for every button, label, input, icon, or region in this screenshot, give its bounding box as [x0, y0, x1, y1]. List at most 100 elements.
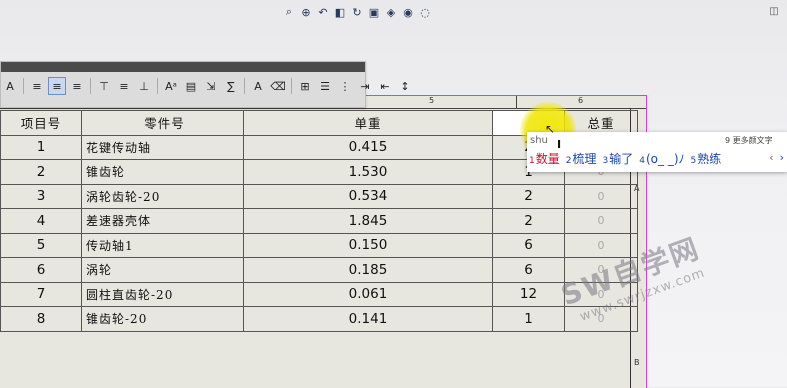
- align-right-icon[interactable]: ≡: [68, 77, 86, 95]
- outdent-icon[interactable]: ⇤: [376, 77, 394, 95]
- toolbar-separator: [244, 78, 245, 94]
- font-icon[interactable]: A: [1, 77, 19, 95]
- align-center-icon[interactable]: ≡: [48, 77, 66, 95]
- zone-number: 5: [429, 96, 435, 105]
- cell-item-no[interactable]: 3: [0, 183, 82, 209]
- cell-item-no[interactable]: 7: [0, 281, 82, 307]
- cell-quantity[interactable]: 2: [492, 183, 565, 209]
- toolbar-separator: [23, 78, 24, 94]
- ime-prev-icon[interactable]: ‹: [769, 151, 773, 164]
- toolbar-separator: [90, 78, 91, 94]
- cell-quantity[interactable]: 6: [492, 257, 565, 283]
- ime-candidate-index: 3: [602, 156, 609, 166]
- toolbar-separator: [157, 78, 158, 94]
- table-row: 8 锥齿轮-20 0.141 1 0: [0, 306, 638, 332]
- ime-next-icon[interactable]: ›: [780, 151, 784, 164]
- ime-candidate-window: shu 9 更多颜文字 1数量 2梳理 3输了 4(o_ _)ﾉ 5熟练 ‹ ›: [527, 132, 787, 172]
- split-icon[interactable]: ⇲: [202, 77, 220, 95]
- cell-part-no[interactable]: 锥齿轮: [81, 159, 244, 185]
- ime-candidate-index: 4: [639, 156, 645, 166]
- table-row: 3 涡轮齿轮-20 0.534 2 0: [0, 183, 638, 209]
- text-style-icon[interactable]: Aᵃ: [162, 77, 180, 95]
- cell-item-no[interactable]: 8: [0, 306, 82, 332]
- valign-bottom-icon[interactable]: ⊥: [135, 77, 153, 95]
- list-icon[interactable]: ☰: [316, 77, 334, 95]
- ime-candidate-text: 熟练: [697, 152, 722, 166]
- cell-part-no[interactable]: 传动轴1: [81, 232, 244, 258]
- window-restore-icon[interactable]: ◫: [768, 5, 780, 17]
- align-left-icon[interactable]: ≡: [28, 77, 46, 95]
- cell-part-no[interactable]: 涡轮: [81, 257, 244, 283]
- ime-candidate[interactable]: 4(o_ _)ﾉ: [639, 150, 684, 167]
- cell-quantity[interactable]: 1: [492, 306, 565, 332]
- cell-item-no[interactable]: 6: [0, 257, 82, 283]
- appearance-icon[interactable]: ◌: [418, 5, 432, 19]
- cell-item-no[interactable]: 2: [0, 159, 82, 185]
- ime-candidate-text: 输了: [609, 152, 634, 166]
- ime-candidate-text: (o_ _)ﾉ: [645, 152, 685, 166]
- toolbar-title-strip[interactable]: [1, 62, 365, 72]
- cell-unit-weight[interactable]: 0.061: [243, 281, 493, 307]
- table-row: 5 传动轴1 0.150 6 0: [0, 232, 638, 258]
- rotate-icon[interactable]: ↻: [350, 5, 364, 19]
- ime-candidate[interactable]: 1数量: [529, 150, 560, 167]
- cell-part-no[interactable]: 锥齿轮-20: [81, 306, 244, 332]
- display-style-icon[interactable]: ▣: [367, 5, 381, 19]
- view-toolbar: ⌕ ⊕ ↶ ◧ ↻ ▣ ◈ ◉ ◌: [282, 3, 432, 21]
- ime-pinyin: shu: [530, 135, 548, 146]
- clear-icon[interactable]: ⌫: [269, 77, 287, 95]
- cell-item-no[interactable]: 5: [0, 232, 82, 258]
- ime-candidate[interactable]: 2梳理: [566, 150, 597, 167]
- cell-part-no[interactable]: 涡轮齿轮-20: [81, 183, 244, 209]
- cell-quantity[interactable]: 12: [492, 281, 565, 307]
- cell-unit-weight[interactable]: 0.150: [243, 232, 493, 258]
- previous-view-icon[interactable]: ↶: [316, 5, 330, 19]
- merge-cells-icon[interactable]: ⊞: [296, 77, 314, 95]
- cell-quantity[interactable]: 2: [492, 208, 565, 234]
- table-row: 7 圆柱直齿轮-20 0.061 12 0: [0, 281, 638, 307]
- view-orientation-icon[interactable]: ◈: [384, 5, 398, 19]
- valign-top-icon[interactable]: ⊤: [95, 77, 113, 95]
- zone-number: 6: [578, 96, 584, 105]
- cell-item-no[interactable]: 1: [0, 134, 82, 160]
- ime-candidate[interactable]: 3输了: [603, 150, 634, 167]
- table-row: 4 差速器壳体 1.845 2 0: [0, 208, 638, 234]
- cell-unit-weight[interactable]: 0.534: [243, 183, 493, 209]
- text-color-icon[interactable]: A: [249, 77, 267, 95]
- cell-unit-weight[interactable]: 1.845: [243, 208, 493, 234]
- ime-candidate-index: 1: [529, 156, 535, 166]
- numbered-list-icon[interactable]: ⋮: [336, 77, 354, 95]
- table-header-icon[interactable]: ▤: [182, 77, 200, 95]
- zoom-fit-icon[interactable]: ⌕: [282, 5, 296, 19]
- cell-part-no[interactable]: 花键传动轴: [81, 134, 244, 160]
- header-unit-weight[interactable]: 单重: [243, 110, 493, 136]
- zone-letter: B: [634, 358, 640, 367]
- section-view-icon[interactable]: ◧: [333, 5, 347, 19]
- cell-total-weight[interactable]: 0: [564, 183, 638, 209]
- cell-item-no[interactable]: 4: [0, 208, 82, 234]
- header-item-no[interactable]: 项目号: [0, 110, 82, 136]
- cell-unit-weight[interactable]: 0.415: [243, 134, 493, 160]
- cell-unit-weight[interactable]: 1.530: [243, 159, 493, 185]
- cell-quantity[interactable]: 6: [492, 232, 565, 258]
- equation-icon[interactable]: ∑: [222, 77, 240, 95]
- ime-candidate-index: 5: [690, 156, 697, 166]
- cell-part-no[interactable]: 差速器壳体: [81, 208, 244, 234]
- cell-unit-weight[interactable]: 0.185: [243, 257, 493, 283]
- header-part-no[interactable]: 零件号: [81, 110, 244, 136]
- valign-middle-icon[interactable]: ≡: [115, 77, 133, 95]
- formatting-toolbar: A ≡ ≡ ≡ ⊤ ≡ ⊥ Aᵃ ▤ ⇲ ∑ A ⌫ ⊞ ☰ ⋮ ⇥ ⇤ ↕: [0, 61, 410, 108]
- indent-icon[interactable]: ⇥: [356, 77, 374, 95]
- cell-total-weight[interactable]: 0: [564, 208, 638, 234]
- zoom-area-icon[interactable]: ⊕: [299, 5, 313, 19]
- hide-show-icon[interactable]: ◉: [401, 5, 415, 19]
- ime-candidate[interactable]: 5熟练: [691, 150, 722, 167]
- cell-unit-weight[interactable]: 0.141: [243, 306, 493, 332]
- table-row: 6 涡轮 0.185 6 0: [0, 257, 638, 283]
- cell-part-no[interactable]: 圆柱直齿轮-20: [81, 281, 244, 307]
- ime-more-emoticons[interactable]: 9 更多颜文字: [725, 135, 773, 146]
- ime-candidate-text: 梳理: [572, 152, 597, 166]
- mouse-pointer-icon: ↖: [545, 122, 556, 136]
- row-height-icon[interactable]: ↕: [396, 77, 414, 95]
- ime-candidate-index: 2: [565, 156, 572, 166]
